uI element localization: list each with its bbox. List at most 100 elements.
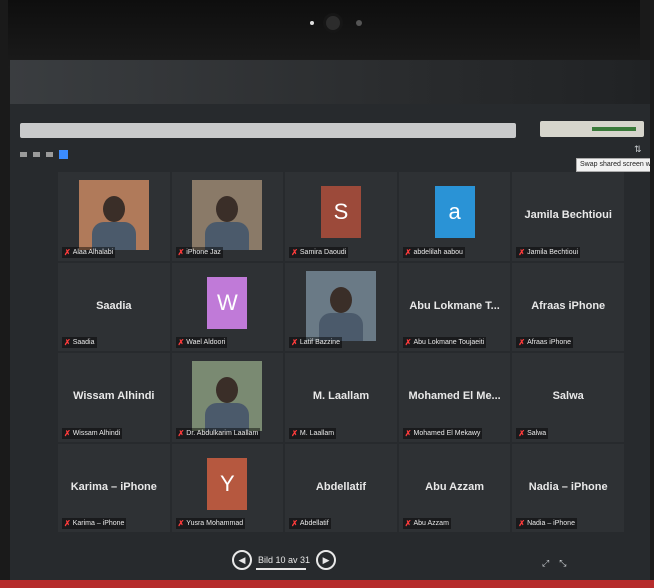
title-bar [10, 60, 650, 104]
mic-muted-icon: ✗ [177, 338, 185, 347]
participant-display-name: Abu Azzam [425, 480, 485, 493]
participant-name: Jamila Bechtioui [527, 248, 579, 256]
mic-muted-icon: ✗ [404, 428, 412, 438]
chevron-left-icon[interactable]: ◀ [232, 550, 252, 570]
gallery-view-icon[interactable] [59, 150, 68, 159]
participant-label: ✗ Alaa Alhalabi [62, 246, 116, 258]
participant-name: Afraas iPhone [527, 339, 572, 346]
participant-name: Wissam Alhindi [72, 429, 121, 437]
mic-muted-icon: ✗ [177, 247, 185, 257]
participant-name: Saadia [72, 339, 95, 346]
page-indicator: Bild 10 av 31 [258, 555, 311, 565]
pager: ◀ Bild 10 av 31 ▶ [232, 550, 337, 570]
participant-label: ✗ Abdellatif [289, 518, 331, 529]
participant-tile[interactable]: a ✗ abdelilah aabou [398, 172, 511, 261]
participant-name: Abdellatif [299, 520, 329, 527]
participant-tile[interactable]: Abu Azzam ✗ Abu Azzam [398, 443, 511, 532]
participant-tile[interactable]: M. Laallam ✗ M. Laallam [285, 353, 397, 442]
participant-tile[interactable]: Abu Lokmane T... ✗ Abu Lokmane Toujaeiti [398, 262, 511, 351]
participant-label: ✗ Salwa [516, 427, 549, 439]
mic-muted-icon: ✗ [291, 338, 298, 347]
page-progress [256, 568, 306, 570]
participant-label: ✗ Dr. Abdulkarim Laallam [175, 427, 261, 439]
participant-name: abdelilah aabou [413, 248, 463, 256]
mic-muted-icon: ✗ [291, 247, 298, 257]
avatar: S [320, 186, 361, 238]
participant-name: Karima – iPhone [72, 520, 125, 527]
participant-name: Mohamed El Mekawy [413, 429, 481, 437]
participant-label: ✗ Yusra Mohammad [175, 518, 246, 529]
mic-muted-icon: ✗ [177, 519, 185, 528]
video-feed [192, 361, 263, 431]
view-switcher [20, 150, 68, 159]
mic-muted-icon: ✗ [64, 519, 71, 528]
collapse-icon[interactable]: ⤡ [559, 558, 566, 569]
participant-tile[interactable]: ✗ Dr. Abdulkarim Laallam [171, 353, 284, 442]
participant-tile[interactable]: ✗ Alaa Alhalabi [58, 172, 170, 261]
participant-tile[interactable]: Nadia – iPhone ✗ Nadia – iPhone [512, 443, 624, 532]
participant-name: M. Laallam [299, 429, 335, 437]
participant-label: ✗ M. Laallam [289, 427, 337, 439]
expand-icon[interactable]: ⤢ [542, 558, 549, 569]
side-view-icon[interactable] [46, 152, 53, 157]
mic-muted-icon: ✗ [64, 247, 71, 257]
participant-display-name: Karima – iPhone [70, 480, 157, 493]
participant-tile[interactable]: Mohamed El Me... ✗ Mohamed El Mekawy [398, 353, 511, 442]
participant-display-name: M. Laallam [312, 390, 370, 403]
participant-label: ✗ Wissam Alhindi [62, 427, 123, 439]
monitor-bezel [8, 0, 640, 68]
participant-label: ✗ abdelilah aabou [402, 246, 465, 258]
participant-tile[interactable]: Afraas iPhone ✗ Afraas iPhone [512, 262, 624, 351]
participant-tile[interactable]: Y ✗ Yusra Mohammad [171, 443, 284, 532]
participant-tile[interactable]: Jamila Bechtioui ✗ Jamila Bechtioui [512, 172, 624, 261]
gallery-grid: ✗ Alaa Alhalabi ✗ iPhone Jaz S ✗ Samira Daoudi… [58, 172, 624, 532]
minimize-view-icon[interactable] [20, 152, 27, 157]
participant-tile[interactable]: Karima – iPhone ✗ Karima – iPhone [58, 443, 170, 532]
participant-tile[interactable]: Salwa ✗ Salwa [512, 353, 624, 442]
tooltip: Swap shared screen with video [576, 158, 650, 172]
mic-muted-icon: ✗ [518, 338, 526, 347]
participant-display-name: Wissam Alhindi [73, 390, 155, 403]
participant-tile[interactable]: W ✗ Wael Aldoori [171, 262, 284, 351]
mic-muted-icon: ✗ [404, 338, 412, 347]
participant-display-name: Abdellatif [315, 480, 367, 493]
video-feed [78, 180, 149, 250]
avatar: W [207, 276, 248, 329]
participant-tile[interactable]: ✗ Latif Bazzine [285, 262, 397, 351]
mic-muted-icon: ✗ [291, 428, 298, 438]
participant-tile[interactable]: S ✗ Samira Daoudi [285, 172, 397, 261]
mic-muted-icon: ✗ [518, 519, 526, 528]
participant-name: Abu Lokmane Toujaeiti [413, 339, 485, 346]
participant-display-name: Afraas iPhone [531, 299, 606, 312]
mic-muted-icon: ✗ [518, 428, 526, 438]
bottom-bezel [0, 580, 654, 588]
mic-muted-icon: ✗ [291, 519, 298, 528]
swap-screen-icon[interactable]: ⇅ [634, 144, 643, 154]
screen: ⇅ Swap shared screen with video ✗Alaa Al… [10, 60, 650, 588]
speaker-view-icon[interactable] [33, 152, 40, 157]
participant-label: ✗ Abu Lokmane Toujaeiti [402, 337, 487, 348]
participant-display-name: Mohamed El Me... [408, 390, 501, 403]
avatar: a [434, 186, 475, 238]
participant-name: Wael Aldoori [186, 339, 226, 346]
chevron-right-icon[interactable]: ▶ [316, 550, 337, 570]
participant-tile[interactable]: Wissam Alhindi ✗ Wissam Alhindi [58, 353, 170, 442]
participant-label: ✗ Nadia – iPhone [516, 518, 577, 529]
notification-banner[interactable] [540, 121, 644, 137]
participant-tile[interactable]: ✗ iPhone Jaz [171, 172, 284, 261]
participant-name: iPhone Jaz [186, 248, 221, 256]
mic-muted-icon: ✗ [177, 428, 185, 438]
participant-tile[interactable]: Saadia ✗ Saadia [58, 262, 170, 351]
address-bar[interactable] [20, 123, 516, 138]
participant-display-name: Salwa [552, 390, 584, 403]
participant-display-name: Abu Lokmane T... [409, 299, 500, 312]
participant-name: Latif Bazzine [299, 339, 340, 346]
participant-label: ✗ Samira Daoudi [289, 246, 349, 258]
participant-name: Alaa Alhalabi [72, 248, 114, 256]
participant-name: Dr. Abdulkarim Laallam [186, 429, 259, 437]
participant-tile[interactable]: Abdellatif ✗ Abdellatif [285, 443, 397, 532]
participant-name: Salwa [527, 429, 547, 437]
mic-muted-icon: ✗ [404, 247, 412, 257]
participant-display-name: Saadia [96, 299, 132, 312]
participant-name: Abu Azzam [413, 520, 449, 527]
